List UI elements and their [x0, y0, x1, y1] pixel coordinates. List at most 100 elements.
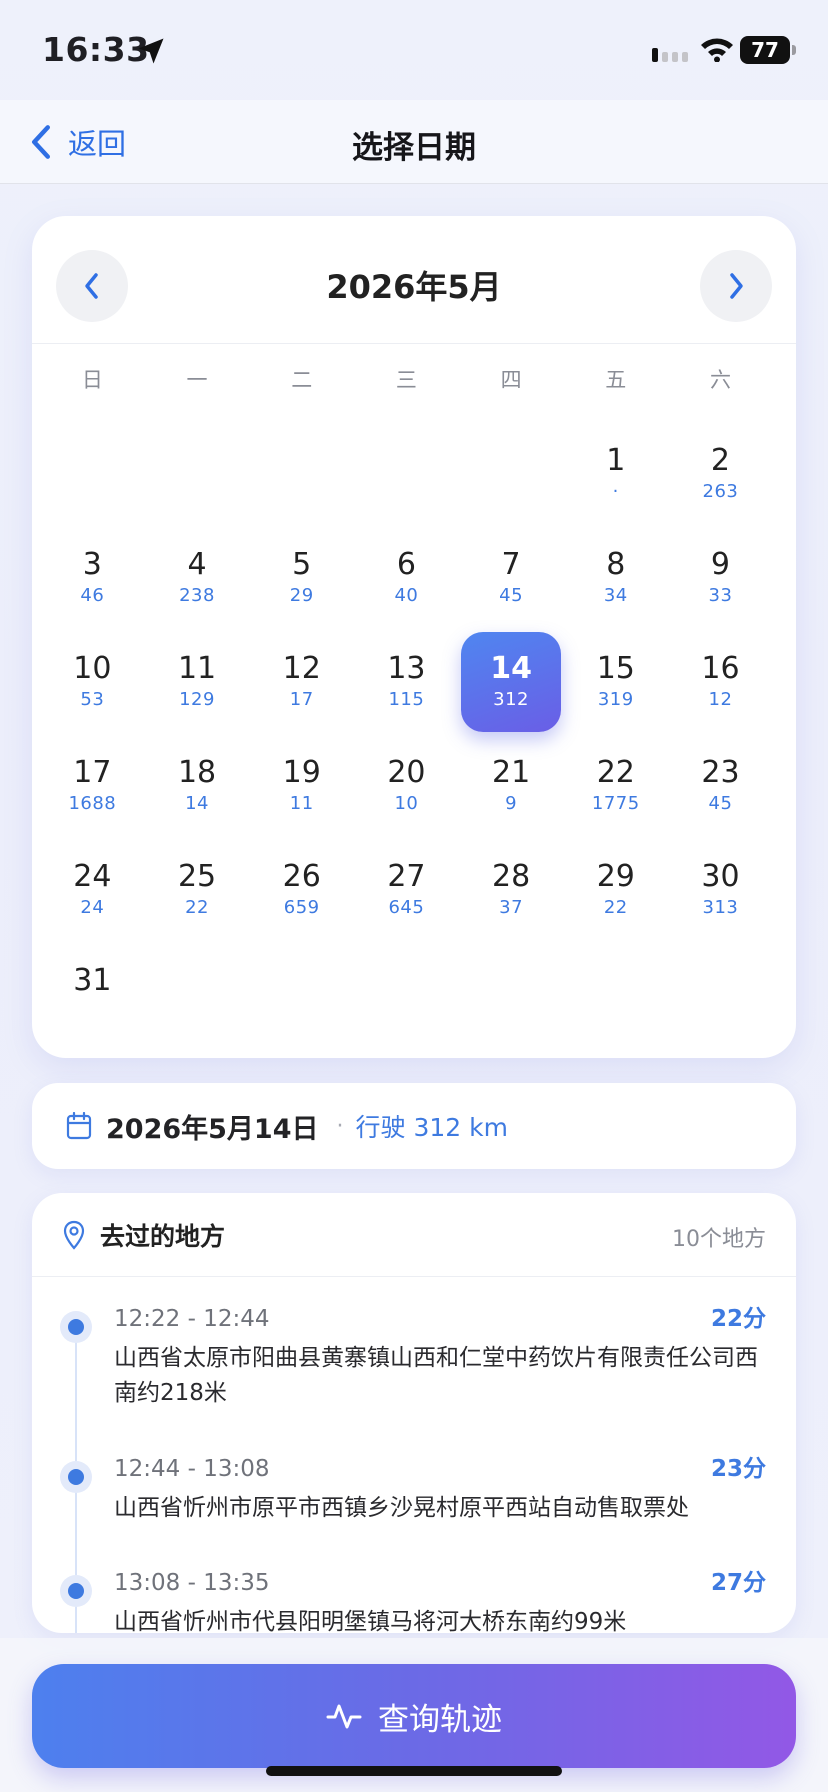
home-indicator [266, 1766, 562, 1776]
day-cell[interactable]: 16 12 [668, 630, 773, 734]
day-cell[interactable]: 31 [40, 942, 145, 1046]
day-distance: 9 [505, 793, 518, 814]
day-cell-selected[interactable]: 14 312 [459, 630, 564, 734]
calendar-icon [66, 1112, 92, 1140]
battery-icon: 77 [740, 36, 796, 64]
day-distance: 34 [603, 585, 628, 606]
day-distance: 46 [80, 585, 105, 606]
day-number: 2 [710, 443, 731, 478]
place-address: 山西省忻州市代县阳明堡镇马将河大桥东南约99米 [114, 1609, 627, 1633]
day-cell[interactable]: 23 45 [668, 734, 773, 838]
day-distance: 24 [80, 897, 105, 918]
summary-distance: 行驶 312 km [355, 1113, 508, 1142]
day-cell[interactable]: 10 53 [40, 630, 145, 734]
day-cell[interactable]: 19 11 [249, 734, 354, 838]
day-cell[interactable]: 27 645 [354, 838, 459, 942]
place-duration: 23分 [710, 1456, 766, 1482]
day-cell[interactable]: 22 1775 [563, 734, 668, 838]
day-cell[interactable]: 5 29 [249, 526, 354, 630]
day-cell[interactable]: 18 14 [145, 734, 250, 838]
day-distance: 45 [708, 793, 733, 814]
summary-date: 2026年5月14日 [106, 1113, 319, 1145]
place-item[interactable]: 12:22 - 12:44 22分 山西省太原市阳曲县黄寨镇山西和仁堂中药饮片有限责… [32, 1303, 796, 1465]
day-number: 15 [596, 651, 635, 686]
day-distance: 14 [185, 793, 209, 814]
day-number: 22 [596, 755, 635, 790]
day-number: 13 [387, 651, 426, 686]
day-cell[interactable]: 25 22 [145, 838, 250, 942]
day-number: 6 [396, 547, 416, 582]
places-count: 10个地方 [672, 1227, 766, 1252]
day-cell[interactable]: 24 24 [40, 838, 145, 942]
day-cell[interactable]: 4 238 [145, 526, 250, 630]
status-bar: 16:33 77 [0, 0, 828, 100]
day-cell[interactable]: 28 37 [459, 838, 564, 942]
empty-day-cell [145, 422, 250, 526]
day-cell[interactable]: 3 46 [40, 526, 145, 630]
timeline-dot [60, 1575, 92, 1607]
summary-separator: · [336, 1113, 344, 1139]
place-time: 12:44 - 13:08 [114, 1456, 270, 1482]
day-number: 11 [177, 651, 217, 686]
places-title: 去过的地方 [100, 1221, 226, 1251]
day-cell[interactable]: 2 263 [668, 422, 773, 526]
day-number: 26 [282, 859, 321, 894]
next-month-button[interactable] [700, 250, 772, 322]
timeline-dot [60, 1311, 92, 1343]
day-cell[interactable]: 21 9 [459, 734, 564, 838]
page-title: 选择日期 [352, 130, 476, 166]
day-distance: 115 [388, 689, 425, 710]
day-distance: 10 [394, 793, 419, 814]
day-distance: 312 [493, 689, 530, 710]
day-number: 21 [492, 755, 531, 790]
places-header: 去过的地方 10个地方 [32, 1193, 796, 1277]
day-cell[interactable]: 7 45 [459, 526, 564, 630]
weekday-label: 日 [81, 368, 103, 392]
weekday-label: 六 [709, 368, 731, 392]
day-number: 19 [282, 755, 321, 790]
day-number: 24 [73, 859, 112, 894]
weekday-header: 日一二三四五六 [32, 364, 796, 404]
day-cell[interactable]: 17 1688 [40, 734, 145, 838]
query-track-label: 查询轨迹 [378, 1701, 502, 1738]
location-arrow-icon [138, 38, 164, 64]
battery-level: 77 [740, 36, 790, 64]
day-distance: 1688 [68, 793, 117, 814]
day-number: 16 [701, 651, 740, 686]
place-item[interactable]: 13:08 - 13:35 27分 山西省忻州市代县阳明堡镇马将河大桥东南约99米 [32, 1567, 796, 1633]
place-item[interactable]: 12:44 - 13:08 23分 山西省忻州市原平市西镇乡沙晃村原平西站自动售取票… [32, 1453, 796, 1615]
wifi-icon [701, 38, 733, 62]
month-title: 2026年5月 [326, 268, 502, 306]
day-number: 4 [187, 547, 207, 582]
day-distance: 33 [708, 585, 733, 606]
day-distance: 22 [185, 897, 209, 918]
weekday-label: 四 [500, 368, 522, 392]
empty-day-cell [459, 422, 564, 526]
navigation-bar: 返回 选择日期 [0, 100, 828, 184]
location-pin-icon [63, 1220, 85, 1250]
day-cell[interactable]: 11 129 [145, 630, 250, 734]
day-cell[interactable]: 30 313 [668, 838, 773, 942]
day-number: 1 [606, 443, 626, 478]
day-cell[interactable]: 1 · [563, 422, 668, 526]
day-cell[interactable]: 15 319 [563, 630, 668, 734]
day-cell[interactable]: 6 40 [354, 526, 459, 630]
weekday-label: 二 [291, 368, 313, 392]
day-cell[interactable]: 8 34 [563, 526, 668, 630]
day-number: 17 [73, 755, 112, 790]
day-cell[interactable]: 20 10 [354, 734, 459, 838]
day-cell[interactable]: 26 659 [249, 838, 354, 942]
day-cell[interactable]: 13 115 [354, 630, 459, 734]
day-number: 7 [501, 547, 521, 582]
cellular-signal-icon [652, 48, 688, 62]
query-track-button[interactable]: 查询轨迹 [32, 1664, 796, 1768]
day-cell[interactable]: 29 22 [563, 838, 668, 942]
day-number: 5 [292, 547, 312, 582]
place-duration: 27分 [710, 1570, 766, 1596]
day-cell[interactable]: 9 33 [668, 526, 773, 630]
day-number: 29 [596, 859, 635, 894]
calendar-day-grid: 1 · 2 263 3 46 4 238 5 29 6 40 7 45 8 34 9 33 10 53 11 129 12 1… [40, 422, 773, 1046]
day-distance: 238 [179, 585, 215, 606]
day-cell[interactable]: 12 17 [249, 630, 354, 734]
empty-day-cell [249, 422, 354, 526]
